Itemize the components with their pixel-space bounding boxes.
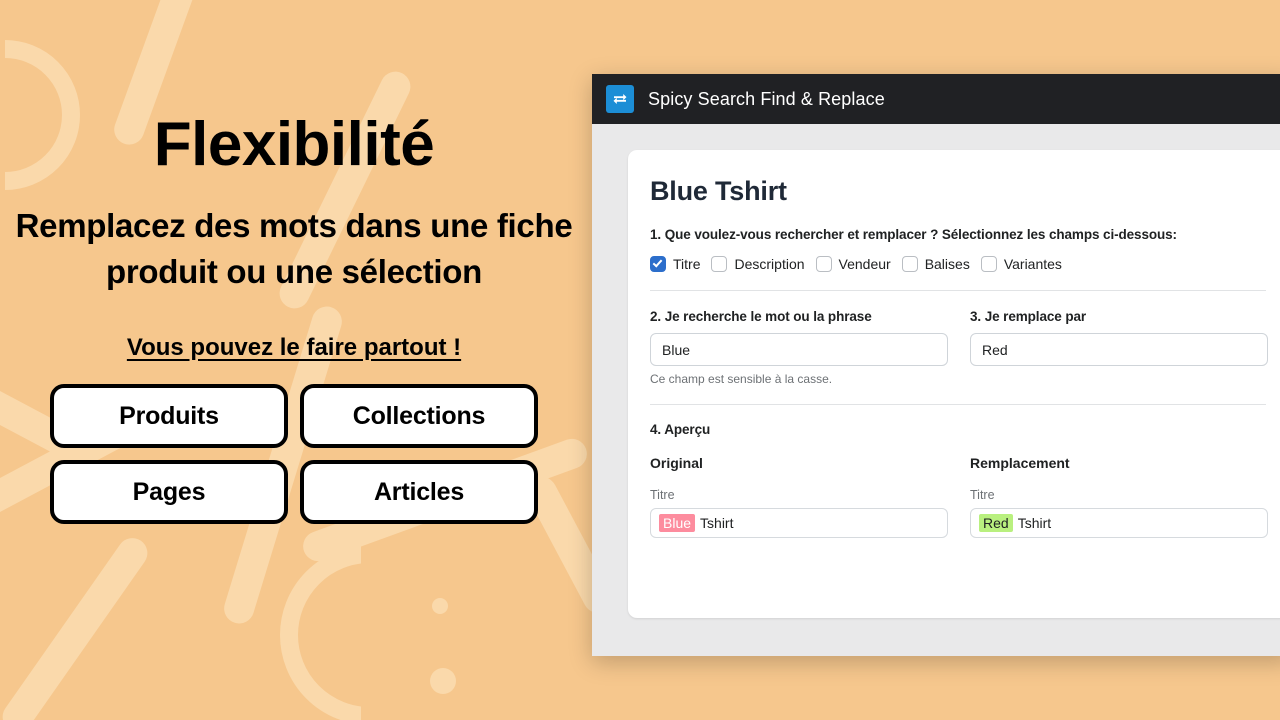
find-replace-card: Blue Tshirt 1. Que voulez-vous recherche… [628, 150, 1280, 618]
preview-original-title: Original [650, 455, 703, 471]
preview-replacement-column: Remplacement Titre Red Tshirt [970, 455, 1268, 538]
replace-field-group: 3. Je remplace par Red [970, 309, 1268, 386]
checkbox-label: Variantes [1003, 256, 1062, 272]
preview-original-column: Original Titre Blue Tshirt [650, 455, 948, 538]
promo-button-pages[interactable]: Pages [50, 460, 288, 525]
checkbox-box[interactable] [980, 256, 997, 272]
check-icon [652, 257, 663, 268]
checkbox-balises[interactable]: Balises [901, 256, 970, 272]
find-input[interactable]: Blue [650, 333, 948, 366]
highlight-original-term: Blue [659, 514, 696, 532]
checkbox-label: Description [734, 256, 805, 272]
field-checkbox-row: Titre Description Vendeur Balises Varian… [650, 256, 1268, 272]
app-window: Spicy Search Find & Replace Blue Tshirt … [592, 74, 1280, 656]
step3-label: 3. Je remplace par [970, 309, 1087, 324]
section-divider [650, 404, 1266, 405]
highlight-replacement-term: Red [979, 514, 1013, 532]
step2-label: 2. Je recherche le mot ou la phrase [650, 309, 872, 324]
section-divider [650, 290, 1266, 291]
replace-input[interactable]: Red [970, 333, 1268, 366]
checkbox-box[interactable] [711, 256, 728, 272]
preview-original-rest: Tshirt [700, 515, 734, 531]
preview-replacement-rest: Tshirt [1017, 515, 1052, 531]
find-field-group: 2. Je recherche le mot ou la phrase Blue… [650, 309, 948, 386]
checkbox-box[interactable] [650, 256, 666, 272]
swap-arrows-icon [606, 85, 634, 113]
preview-replacement-field-label: Titre [970, 488, 995, 502]
app-body: Blue Tshirt 1. Que voulez-vous recherche… [592, 124, 1280, 618]
find-input-helper: Ce champ est sensible à la casse. [650, 372, 833, 386]
checkbox-description[interactable]: Description [711, 256, 805, 272]
promo-panel: Flexibilité Remplacez des mots dans une … [0, 0, 588, 720]
checkbox-box[interactable] [901, 256, 918, 272]
checkbox-box[interactable] [815, 256, 832, 272]
preview-replacement-title: Remplacement [970, 455, 1070, 471]
app-title: Spicy Search Find & Replace [648, 88, 885, 109]
promo-subheadline: Remplacez des mots dans une fiche produi… [15, 207, 573, 290]
promo-button-grid: Produits Collections Pages Articles [50, 384, 538, 525]
preview-row: Original Titre Blue Tshirt Remplacement … [650, 455, 1268, 538]
promo-button-produits[interactable]: Produits [50, 384, 288, 449]
checkbox-label: Vendeur [838, 256, 891, 272]
promo-button-collections[interactable]: Collections [300, 384, 538, 449]
preview-replacement-value: Red Tshirt [970, 508, 1268, 538]
promo-button-articles[interactable]: Articles [300, 460, 538, 525]
preview-original-value: Blue Tshirt [650, 508, 948, 538]
preview-original-field-label: Titre [650, 488, 675, 502]
screenshot-root: Flexibilité Remplacez des mots dans une … [0, 0, 1280, 720]
promo-cta-text: Vous pouvez le faire partout ! [126, 334, 462, 362]
checkbox-label: Balises [924, 256, 970, 272]
checkbox-titre[interactable]: Titre [650, 256, 700, 272]
step1-label: 1. Que voulez-vous rechercher et remplac… [650, 227, 1177, 242]
checkbox-vendeur[interactable]: Vendeur [815, 256, 891, 272]
app-header-bar: Spicy Search Find & Replace [592, 74, 1280, 124]
search-replace-row: 2. Je recherche le mot ou la phrase Blue… [650, 309, 1268, 386]
checkbox-label: Titre [673, 256, 701, 272]
promo-headline: Flexibilité [153, 110, 435, 179]
page-title: Blue Tshirt [650, 176, 787, 206]
step4-label: 4. Aperçu [650, 422, 711, 437]
checkbox-variantes[interactable]: Variantes [980, 256, 1062, 272]
